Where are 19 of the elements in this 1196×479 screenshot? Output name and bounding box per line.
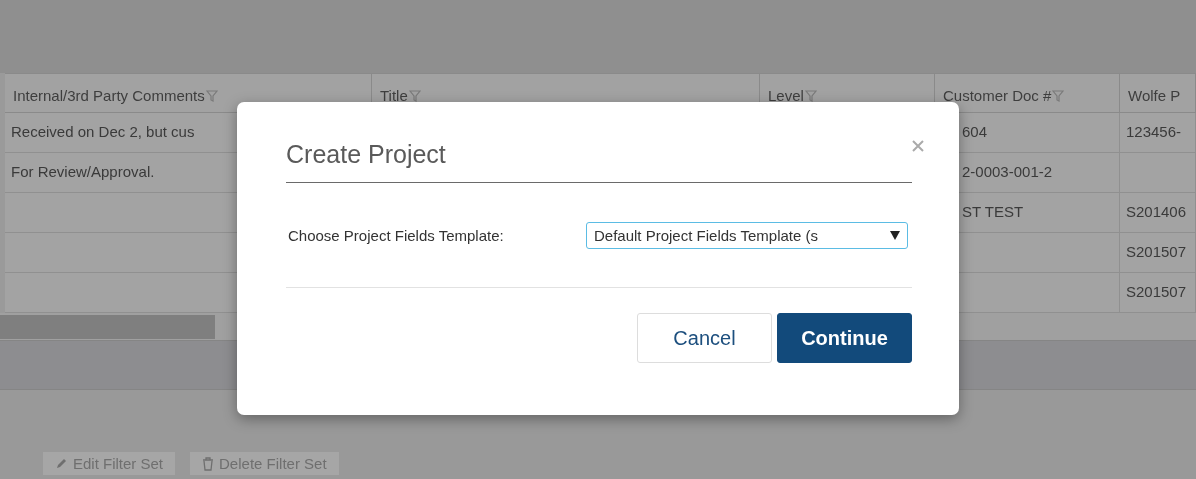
scrollbar-thumb[interactable] — [0, 314, 215, 339]
table-cell: S201406 — [1120, 193, 1196, 233]
template-select[interactable]: Default Project Fields Template (s — [586, 221, 908, 249]
column-header[interactable]: Wolfe P — [1120, 73, 1196, 113]
table-cell: S201507 — [1120, 273, 1196, 313]
filter-icon[interactable] — [408, 90, 421, 102]
trash-icon — [202, 456, 215, 471]
table-cell: 123456- — [1120, 113, 1196, 153]
filter-icon[interactable] — [804, 90, 817, 102]
cancel-button[interactable]: Cancel — [637, 313, 772, 363]
field-label: Choose Project Fields Template: — [288, 226, 505, 244]
table-cell: S201507 — [1120, 233, 1196, 273]
caret-icon — [890, 230, 900, 240]
filter-icon[interactable] — [205, 90, 218, 102]
pencil-icon — [55, 457, 68, 470]
continue-button[interactable]: Continue — [777, 313, 912, 363]
filter-icon[interactable] — [1052, 90, 1065, 102]
column-header[interactable]: Customer Doc # — [935, 73, 1120, 113]
column-header[interactable]: Internal/3rd Party Comments — [5, 73, 372, 113]
